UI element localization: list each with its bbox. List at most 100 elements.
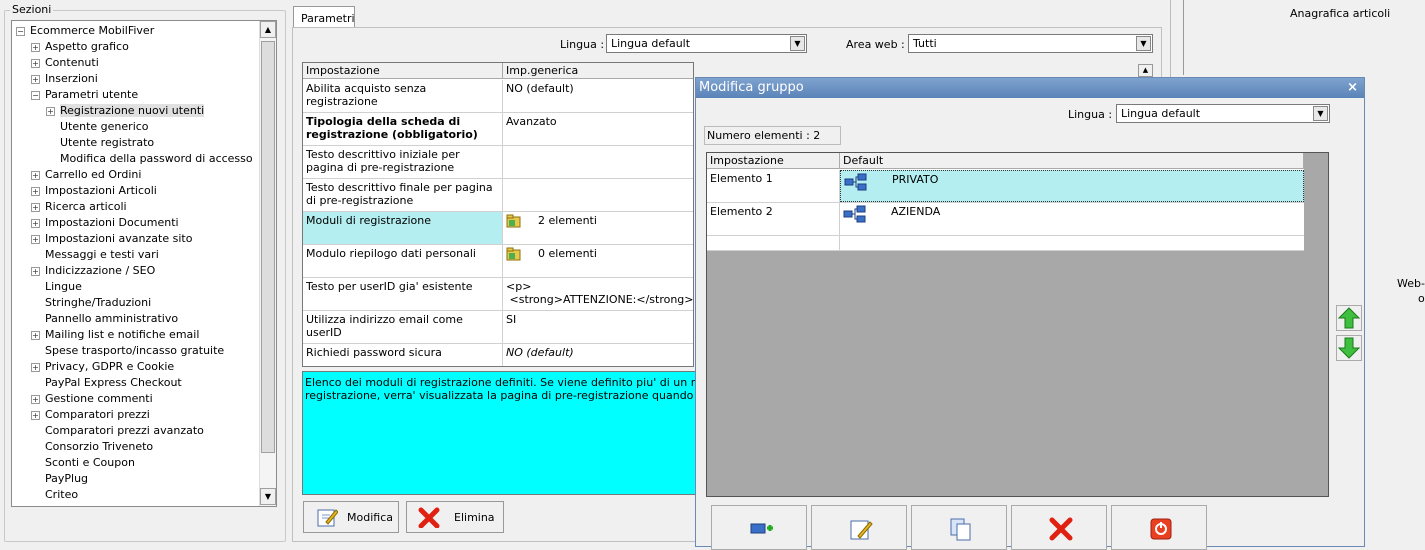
expand-icon[interactable]: + xyxy=(31,202,40,212)
tree-item[interactable]: Spese trasporto/incasso gratuite xyxy=(31,343,224,359)
dialog-lingua-select[interactable]: Lingua default ▼ xyxy=(1116,104,1330,123)
anagrafica-articoli-label[interactable]: Anagrafica articoli xyxy=(1290,7,1390,20)
tree-scrollbar[interactable]: ▲ ▼ xyxy=(259,21,276,506)
table-row[interactable]: Abilita acquisto senza registrazione NO (… xyxy=(303,80,693,113)
elimina-button[interactable]: Elimina xyxy=(406,501,504,533)
tree-item[interactable]: Sconti e Coupon xyxy=(31,455,135,471)
tree-item[interactable]: + Carrello ed Ordini xyxy=(31,167,141,183)
table-row[interactable]: Modulo riepilogo dati personali 0 element… xyxy=(303,245,693,278)
expand-icon[interactable]: + xyxy=(31,234,40,244)
tree-item[interactable]: + Mailing list e notifiche email xyxy=(31,327,199,343)
tree-item[interactable]: Criteo xyxy=(31,487,78,503)
setting-value-text: Avanzato xyxy=(506,115,557,128)
tree-item[interactable]: − Parametri utente xyxy=(31,87,138,103)
table-row[interactable]: Elemento 2 AZIENDA xyxy=(707,203,1304,236)
sections-tree[interactable]: − Ecommerce MobilFiver + Aspetto grafico + Co… xyxy=(11,20,277,507)
move-down-button[interactable] xyxy=(1336,335,1362,361)
tree-item[interactable]: Consorzio Triveneto xyxy=(31,439,153,455)
scroll-up-icon[interactable]: ▲ xyxy=(1138,64,1153,77)
copy-element-button[interactable] xyxy=(911,505,1007,550)
tree-item[interactable]: Stringhe/Traduzioni xyxy=(31,295,151,311)
element-value[interactable]: PRIVATO xyxy=(840,170,1304,202)
tree-item[interactable]: Lingue xyxy=(31,279,82,295)
table-row[interactable]: Moduli di registrazione 2 elementi xyxy=(303,212,693,245)
tree-item[interactable]: + Privacy, GDPR e Cookie xyxy=(31,359,174,375)
table-row[interactable]: Richiedi password sicura NO (default) xyxy=(303,344,693,366)
setting-value[interactable] xyxy=(503,179,693,211)
tree-item[interactable]: + Aspetto grafico xyxy=(31,39,129,55)
table-row[interactable]: Utilizza indirizzo email come userID SI xyxy=(303,311,693,344)
close-icon[interactable]: × xyxy=(1347,80,1358,95)
lingua-select[interactable]: Lingua default ▼ xyxy=(606,34,807,53)
collapse-icon[interactable]: − xyxy=(31,90,40,100)
tree-item[interactable]: Comparatori prezzi avanzato xyxy=(31,423,204,439)
tree-item[interactable]: + Inserzioni xyxy=(31,71,98,87)
tree-item[interactable]: + Contenuti xyxy=(31,55,99,71)
expand-icon[interactable]: + xyxy=(31,74,40,84)
tree-item[interactable]: PayPlug xyxy=(31,471,88,487)
tree-item[interactable]: Modifica della password di accesso xyxy=(46,151,253,167)
parameters-grid: Impostazione Imp.generica Abilita acquis… xyxy=(302,62,694,367)
tree-item[interactable]: Utente generico xyxy=(46,119,149,135)
expand-icon[interactable]: + xyxy=(31,330,40,340)
expand-icon[interactable]: + xyxy=(46,106,55,116)
expand-icon[interactable]: + xyxy=(31,58,40,68)
collapse-icon[interactable]: − xyxy=(16,26,25,36)
scroll-up-icon[interactable]: ▲ xyxy=(260,21,276,38)
tree-item[interactable]: + Impostazioni Articoli xyxy=(31,183,157,199)
tree-item[interactable]: + Ricerca articoli xyxy=(31,199,127,215)
column-header-impostazione[interactable]: Impostazione xyxy=(303,63,503,79)
setting-value[interactable]: 0 elementi xyxy=(503,245,693,277)
expand-icon[interactable]: + xyxy=(31,170,40,180)
column-header-imp-generica[interactable]: Imp.generica xyxy=(503,63,693,79)
expand-icon[interactable]: + xyxy=(31,186,40,196)
tree-item[interactable]: Messaggi e testi vari xyxy=(31,247,159,263)
tree-item[interactable]: + Indicizzazione / SEO xyxy=(31,263,155,279)
table-row[interactable]: Tipologia della scheda di registrazione … xyxy=(303,113,693,146)
tree-item[interactable]: + Impostazioni avanzate sito xyxy=(31,231,192,247)
expand-icon[interactable]: + xyxy=(31,218,40,228)
table-row[interactable]: Testo per userID gia' esistente <p> <stro… xyxy=(303,278,693,311)
setting-value[interactable]: NO (default) xyxy=(503,344,693,366)
table-row[interactable]: Testo descrittivo iniziale per pagina di… xyxy=(303,146,693,179)
table-row[interactable]: Elemento 1 PRIVATO xyxy=(707,170,1304,203)
tree-item[interactable]: PayPal Express Checkout xyxy=(31,375,182,391)
add-element-button[interactable] xyxy=(711,505,807,550)
setting-value[interactable]: Avanzato xyxy=(503,113,693,145)
tab-parametri[interactable]: Parametri xyxy=(293,6,355,28)
expand-icon[interactable]: + xyxy=(31,42,40,52)
setting-value[interactable]: <p> <strong>ATTENZIONE:</strong> xyxy=(503,278,693,310)
chevron-down-icon[interactable]: ▼ xyxy=(1136,36,1151,51)
scroll-thumb[interactable] xyxy=(261,41,275,453)
setting-value[interactable]: SI xyxy=(503,311,693,343)
edit-element-button[interactable] xyxy=(811,505,907,550)
delete-element-button[interactable] xyxy=(1011,505,1107,550)
modifica-button[interactable]: Modifica xyxy=(303,501,399,533)
table-row[interactable]: Testo descrittivo finale per pagina di p… xyxy=(303,179,693,212)
expand-icon[interactable]: + xyxy=(31,266,40,276)
column-header-default[interactable]: Default xyxy=(840,153,1304,169)
chevron-down-icon[interactable]: ▼ xyxy=(1313,106,1328,121)
setting-value[interactable]: 2 elementi xyxy=(503,212,693,244)
column-header-impostazione[interactable]: Impostazione xyxy=(707,153,840,169)
tree-item[interactable]: − Ecommerce MobilFiver xyxy=(16,23,154,39)
setting-value[interactable]: NO (default) xyxy=(503,80,693,112)
tree-item[interactable]: + Comparatori prezzi xyxy=(31,407,150,423)
setting-value[interactable] xyxy=(503,146,693,178)
tree-item[interactable]: Utente registrato xyxy=(46,135,154,151)
expand-icon[interactable]: + xyxy=(31,394,40,404)
tree-item[interactable]: + Registrazione nuovi utenti xyxy=(46,103,205,119)
tree-item[interactable]: + Gestione commenti xyxy=(31,391,153,407)
element-value[interactable]: AZIENDA xyxy=(840,203,1304,235)
expand-icon[interactable]: + xyxy=(31,410,40,420)
expand-icon[interactable]: + xyxy=(31,362,40,372)
area-web-select[interactable]: Tutti ▼ xyxy=(908,34,1153,53)
move-up-button[interactable] xyxy=(1336,305,1362,331)
scroll-down-icon[interactable]: ▼ xyxy=(260,488,276,505)
tree-item[interactable]: Pannello amministrativo xyxy=(31,311,178,327)
dialog-lingua-label: Lingua : xyxy=(1068,108,1113,121)
chevron-down-icon[interactable]: ▼ xyxy=(790,36,805,51)
web-label[interactable]: Web- xyxy=(1397,277,1425,290)
tree-item[interactable]: + Impostazioni Documenti xyxy=(31,215,179,231)
close-dialog-button[interactable] xyxy=(1111,505,1207,550)
